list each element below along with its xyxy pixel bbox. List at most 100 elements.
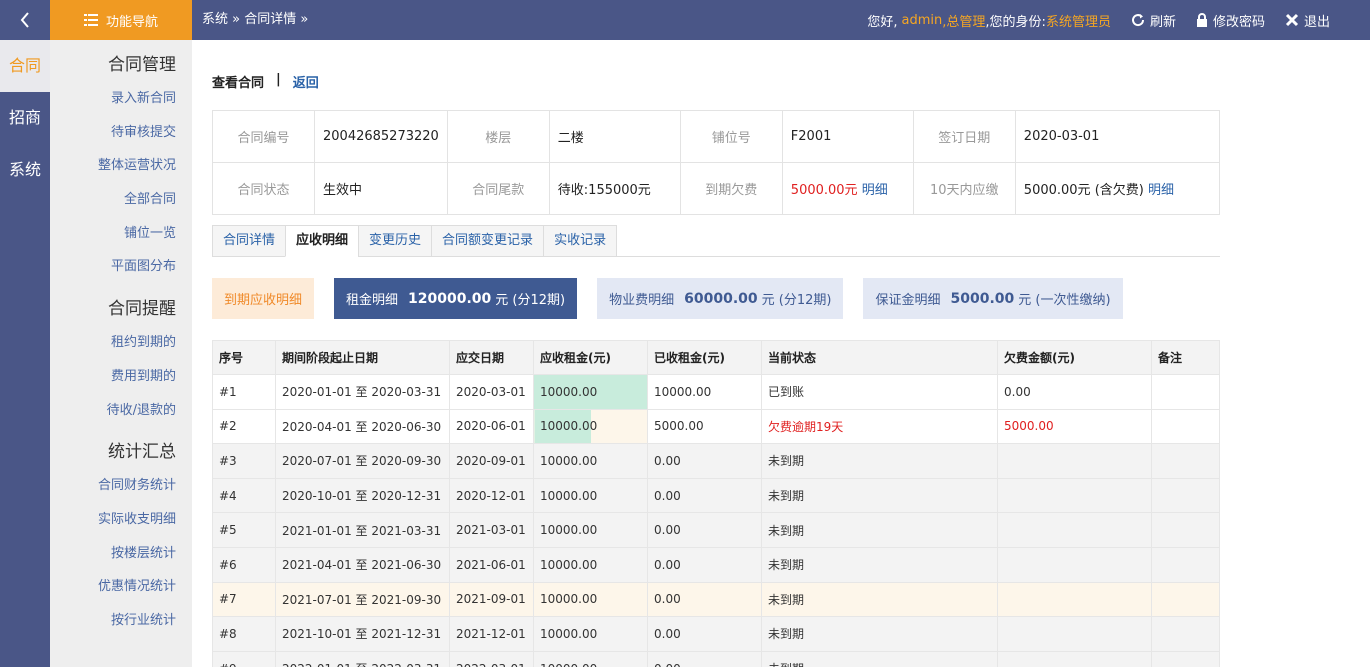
table-cell: 2020-10-01 至 2020-12-31 bbox=[275, 477, 450, 514]
due-receivables-label: 到期应收明细 bbox=[224, 293, 303, 308]
sidebar-item-by-industry[interactable]: 按行业统计 bbox=[50, 604, 192, 638]
sidebar-group-title: 合同管理 bbox=[108, 55, 176, 75]
table-cell: 0.00 bbox=[647, 581, 762, 618]
table-cell: 未到期 bbox=[761, 616, 998, 652]
table-row: #92022-01-01 至 2022-03-312022-03-0110000… bbox=[212, 650, 1220, 667]
username[interactable]: admin bbox=[902, 13, 943, 28]
sidebar-item-operation[interactable]: 整体运营状况 bbox=[50, 149, 192, 183]
table-cell: 2021-01-01 至 2021-03-31 bbox=[275, 512, 450, 548]
sign-date-label: 签订日期 bbox=[912, 110, 1016, 163]
table-cell: 未到期 bbox=[761, 477, 998, 514]
return-link[interactable]: 返回 bbox=[293, 72, 319, 91]
table-cell: 未到期 bbox=[761, 581, 998, 618]
table-cell: 2020-06-01 bbox=[449, 408, 534, 445]
table-row: #3 2020-07-01 至 2020-09-30 2020-09-01 10000… bbox=[212, 443, 1220, 479]
change-password-button[interactable]: 修改密码 bbox=[1196, 11, 1265, 30]
sidebar-item-receivable-refund[interactable]: 待收/退款的 bbox=[50, 394, 192, 428]
sidebar-item-pending[interactable]: 待审核提交 bbox=[50, 116, 192, 150]
breadcrumb-system[interactable]: 系统 bbox=[202, 12, 228, 27]
breadcrumb-contract-detail[interactable]: 合同详情 bbox=[244, 12, 296, 27]
table-cell: 10000.00 bbox=[533, 477, 648, 514]
table-cell bbox=[1151, 512, 1220, 548]
logout-button[interactable]: 退出 bbox=[1285, 11, 1330, 30]
function-nav-button[interactable]: 功能导航 bbox=[50, 0, 192, 40]
table-row: #4 2020-10-01 至 2020-12-31 2020-12-01 10000… bbox=[212, 477, 1220, 514]
refresh-button[interactable]: 刷新 bbox=[1131, 11, 1176, 30]
identity: 系统管理员 bbox=[1045, 14, 1111, 30]
sidebar-item-lease-expiring[interactable]: 租约到期的 bbox=[50, 326, 192, 360]
sidebar-item-floorplan[interactable]: 平面图分布 bbox=[50, 250, 192, 284]
sidebar-item-shops[interactable]: 铺位一览 bbox=[50, 217, 192, 251]
module-system[interactable]: 系统 bbox=[0, 144, 50, 196]
tab-amount-changes[interactable]: 合同额变更记录 bbox=[431, 225, 544, 257]
shop-label: 铺位号 bbox=[679, 110, 783, 163]
table-cell: #2 bbox=[212, 408, 276, 445]
table-cell: 2020-09-01 bbox=[449, 443, 534, 479]
table-cell: 2021-09-01 bbox=[449, 581, 534, 618]
table-cell bbox=[1151, 581, 1220, 618]
tab-bar: 合同详情 应收明细 变更历史 合同额变更记录 实收记录 bbox=[212, 225, 1220, 257]
table-cell: 2021-04-01 至 2021-06-30 bbox=[275, 546, 450, 583]
table-cell: #7 bbox=[212, 581, 276, 618]
table-cell: 0.00 bbox=[647, 546, 762, 583]
table-cell: 10000.00 bbox=[533, 616, 648, 652]
table-cell: 10000.00 bbox=[533, 512, 648, 548]
table-cell: 未到期 bbox=[761, 512, 998, 548]
contract-no-value: 20042685273220 bbox=[314, 110, 448, 163]
sidebar-group-title: 合同提醒 bbox=[108, 299, 176, 320]
table-header-row: 序号 期间阶段起止日期 应交日期 应收租金(元) 已收租金(元) 当前状态 欠费… bbox=[212, 340, 1220, 375]
change-password-label: 修改密码 bbox=[1212, 14, 1265, 30]
sidebar-item-discounts[interactable]: 优惠情况统计 bbox=[50, 570, 192, 604]
table-cell bbox=[997, 616, 1152, 652]
sidebar-item-actual-cashflow[interactable]: 实际收支明细 bbox=[50, 503, 192, 537]
table-cell: 0.00 bbox=[647, 650, 762, 667]
tab-contract-detail[interactable]: 合同详情 bbox=[212, 225, 286, 257]
table-cell: 2020-03-01 bbox=[449, 374, 534, 410]
refresh-label: 刷新 bbox=[1149, 14, 1176, 30]
tab-receivables[interactable]: 应收明细 bbox=[285, 225, 359, 257]
sidebar-item-by-floor[interactable]: 按楼层统计 bbox=[50, 537, 192, 571]
deposit-label: 保证金明细 bbox=[875, 293, 941, 308]
table-cell: #8 bbox=[212, 616, 276, 652]
sidebar-item-new-contract[interactable]: 录入新合同 bbox=[50, 82, 192, 116]
deposit-card[interactable]: 保证金明细 5000.00 元 (一次性缴纳) bbox=[863, 278, 1123, 319]
sidebar-item-finance-stats[interactable]: 合同财务统计 bbox=[50, 469, 192, 503]
sidebar-item-all-contracts[interactable]: 全部合同 bbox=[50, 183, 192, 217]
table-cell: #3 bbox=[212, 443, 276, 479]
table-cell bbox=[997, 443, 1152, 479]
table-cell: 5000.00 bbox=[647, 408, 762, 445]
due-receivables-card[interactable]: 到期应收明细 bbox=[212, 278, 315, 319]
shop-value: F2001 bbox=[781, 110, 914, 163]
table-cell: 2020-01-01 至 2020-03-31 bbox=[275, 374, 450, 410]
table-cell bbox=[997, 650, 1152, 667]
table-cell bbox=[997, 512, 1152, 548]
table-cell bbox=[997, 546, 1152, 583]
table-cell: #4 bbox=[212, 477, 276, 514]
table-cell bbox=[1151, 616, 1220, 652]
module-investment[interactable]: 招商 bbox=[0, 92, 50, 144]
property-fee-card[interactable]: 物业费明细 60000.00 元 (分12期) bbox=[597, 278, 844, 319]
module-contract[interactable]: 合同 bbox=[0, 40, 50, 92]
refresh-icon bbox=[1132, 14, 1144, 27]
contract-no-label: 合同编号 bbox=[212, 110, 315, 163]
table-body: #1 2020-01-01 至 2020-03-31 2020-03-01 10000… bbox=[212, 374, 1220, 667]
back-button[interactable] bbox=[0, 0, 50, 40]
due10-label: 10天内应缴 bbox=[912, 162, 1016, 215]
table-cell: 2021-06-01 bbox=[449, 546, 534, 583]
balance-label: 合同尾款 bbox=[446, 162, 550, 215]
sidebar-item-fee-expiring[interactable]: 费用到期的 bbox=[50, 360, 192, 394]
table-cell: 10000.00 bbox=[533, 546, 648, 583]
table-cell: 2021-07-01 至 2021-09-30 bbox=[275, 581, 450, 618]
overdue-detail-link[interactable]: 明细 bbox=[862, 183, 888, 198]
table-cell bbox=[997, 477, 1152, 514]
col-header: 欠费金额(元) bbox=[997, 340, 1152, 375]
tab-change-history[interactable]: 变更历史 bbox=[358, 225, 432, 257]
table-cell: #1 bbox=[212, 374, 276, 410]
due10-cell: 5000.00元 (含欠费) 明细 bbox=[1014, 162, 1221, 215]
table-cell bbox=[1151, 477, 1220, 514]
rent-detail-card[interactable]: 租金明细 120000.00 元 (分12期) bbox=[334, 278, 578, 319]
rent-unit: 元 (分12期) bbox=[495, 293, 566, 308]
tab-receipts[interactable]: 实收记录 bbox=[543, 225, 618, 257]
table-cell: #5 bbox=[212, 512, 276, 548]
due10-detail-link[interactable]: 明细 bbox=[1148, 183, 1174, 198]
